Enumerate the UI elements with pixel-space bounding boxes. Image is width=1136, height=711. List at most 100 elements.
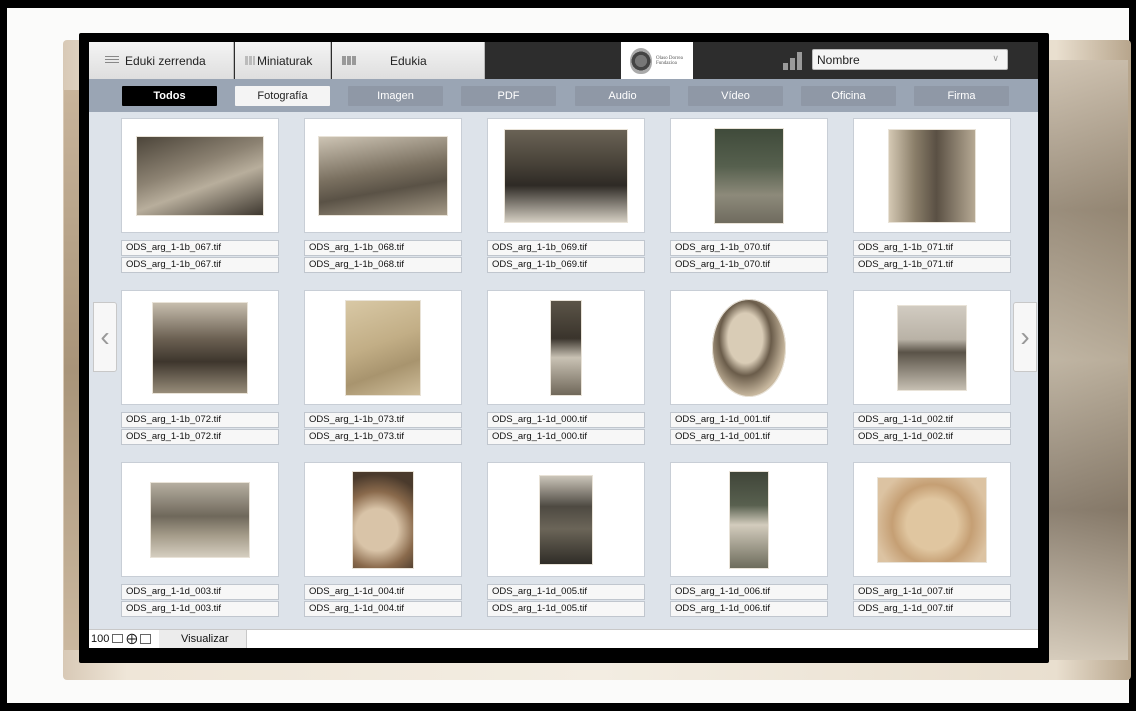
item-filename-secondary: ODS_arg_1-1d_001.tif [670,429,828,445]
thumbnail-frame [304,118,462,233]
item-filename: ODS_arg_1-1b_067.tif [121,240,279,256]
view-list-button[interactable]: Eduki zerrenda [89,42,234,79]
filter-oficina[interactable]: Oficina [801,86,896,106]
zoom-control[interactable]: 100 ⨁ [91,632,152,645]
item-filename-secondary: ODS_arg_1-1d_005.tif [487,601,645,617]
thumbnail-frame [853,290,1011,405]
photo-thumbnail [877,476,987,563]
foundation-logo: Olaso Dorrea Fundazioa [621,42,693,79]
photo-thumbnail [897,304,967,391]
photo-thumbnail [345,299,421,396]
thumbnail-frame [487,462,645,577]
seal-icon [630,47,652,74]
thumbnail-frame [670,118,828,233]
item-filename: ODS_arg_1-1d_005.tif [487,584,645,600]
background-photo-edge-right [1048,60,1128,660]
item-filename: ODS_arg_1-1b_069.tif [487,240,645,256]
sort-selected-value: Nombre [817,52,860,67]
item-filename-secondary: ODS_arg_1-1b_071.tif [853,257,1011,273]
item-filename: ODS_arg_1-1d_004.tif [304,584,462,600]
item-filename: ODS_arg_1-1d_002.tif [853,412,1011,428]
item-filename: ODS_arg_1-1d_003.tif [121,584,279,600]
prev-page-button[interactable]: ‹ [93,302,117,372]
app-window: Eduki zerrenda Miniaturak Edukia Olaso D… [89,42,1038,648]
thumbnail-frame [304,462,462,577]
photo-thumbnail [352,470,414,569]
photo-thumbnail [150,481,250,558]
item-filename-secondary: ODS_arg_1-1b_072.tif [121,429,279,445]
zoom-out-icon[interactable] [112,634,124,643]
photo-thumbnail [550,299,582,396]
photo-thumbnail [539,474,593,565]
item-filename-secondary: ODS_arg_1-1d_002.tif [853,429,1011,445]
filter-video[interactable]: Vídeo [688,86,783,106]
photo-thumbnail [318,135,448,216]
thumbnail-frame [121,118,279,233]
item-filename-secondary: ODS_arg_1-1b_073.tif [304,429,462,445]
item-filename-secondary: ODS_arg_1-1d_004.tif [304,601,462,617]
photo-thumbnail [712,298,786,397]
sort-select[interactable]: Nombre ∨ [812,49,1008,70]
sort-bars-icon [783,52,802,70]
filter-firma[interactable]: Firma [914,86,1009,106]
item-filename-secondary: ODS_arg_1-1b_070.tif [670,257,828,273]
thumbnail-frame [670,462,828,577]
view-thumbnails-button[interactable]: Miniaturak [235,42,331,79]
photo-thumbnail [504,128,628,223]
photo-thumbnail [136,135,264,216]
filter-fotografia[interactable]: Fotografía [235,86,330,106]
zoom-in-icon[interactable]: ⨁ [126,632,137,645]
view-content-button[interactable]: Edukia [332,42,485,79]
logo-text: Olaso Dorrea Fundazioa [656,55,683,66]
filter-pdf[interactable]: PDF [461,86,556,106]
thumbnail-frame [121,290,279,405]
bottom-toolbar: 100 ⨁ Visualizar [89,629,1038,648]
fit-window-icon[interactable] [140,633,152,644]
item-filename: ODS_arg_1-1d_000.tif [487,412,645,428]
thumbnail-frame [853,462,1011,577]
item-filename-secondary: ODS_arg_1-1d_000.tif [487,429,645,445]
item-filename-secondary: ODS_arg_1-1b_067.tif [121,257,279,273]
item-filename: ODS_arg_1-1b_072.tif [121,412,279,428]
filter-imagen[interactable]: Imagen [348,86,443,106]
item-filename: ODS_arg_1-1b_073.tif [304,412,462,428]
filter-bar: Todos Fotografía Imagen PDF Audio Vídeo … [89,79,1038,112]
item-filename-secondary: ODS_arg_1-1b_069.tif [487,257,645,273]
thumbnail-view-icon [245,56,255,65]
item-filename-secondary: ODS_arg_1-1d_007.tif [853,601,1011,617]
header-bar: Eduki zerrenda Miniaturak Edukia Olaso D… [89,42,1038,79]
thumbnail-frame [487,118,645,233]
zoom-level: 100 [91,632,110,645]
filter-audio[interactable]: Audio [575,86,670,106]
visualizar-button[interactable]: Visualizar [159,630,247,648]
item-filename: ODS_arg_1-1d_001.tif [670,412,828,428]
view-thumbnails-label: Miniaturak [257,53,313,68]
thumbnail-grid: ODS_arg_1-1b_067.tif ODS_arg_1-1b_067.ti… [89,112,1038,627]
thumbnail-frame [304,290,462,405]
chevron-left-icon: ‹ [100,321,110,352]
thumbnail-frame [121,462,279,577]
chevron-right-icon: › [1020,321,1030,352]
item-filename-secondary: ODS_arg_1-1b_068.tif [304,257,462,273]
view-content-label: Edukia [390,53,427,68]
photo-thumbnail [729,470,769,569]
list-view-icon [105,56,119,65]
thumbnail-frame [487,290,645,405]
content-view-icon [342,56,356,65]
photo-thumbnail [888,128,976,223]
item-filename: ODS_arg_1-1d_006.tif [670,584,828,600]
filter-todos[interactable]: Todos [122,86,217,106]
thumbnail-frame [670,290,828,405]
item-filename: ODS_arg_1-1b_070.tif [670,240,828,256]
next-page-button[interactable]: › [1013,302,1037,372]
photo-thumbnail [152,301,248,394]
view-list-label: Eduki zerrenda [125,53,206,68]
item-filename-secondary: ODS_arg_1-1d_006.tif [670,601,828,617]
item-filename: ODS_arg_1-1d_007.tif [853,584,1011,600]
item-filename-secondary: ODS_arg_1-1d_003.tif [121,601,279,617]
photo-thumbnail [714,127,784,224]
thumbnail-frame [853,118,1011,233]
item-filename: ODS_arg_1-1b_071.tif [853,240,1011,256]
chevron-down-icon: ∨ [992,53,999,63]
item-filename: ODS_arg_1-1b_068.tif [304,240,462,256]
